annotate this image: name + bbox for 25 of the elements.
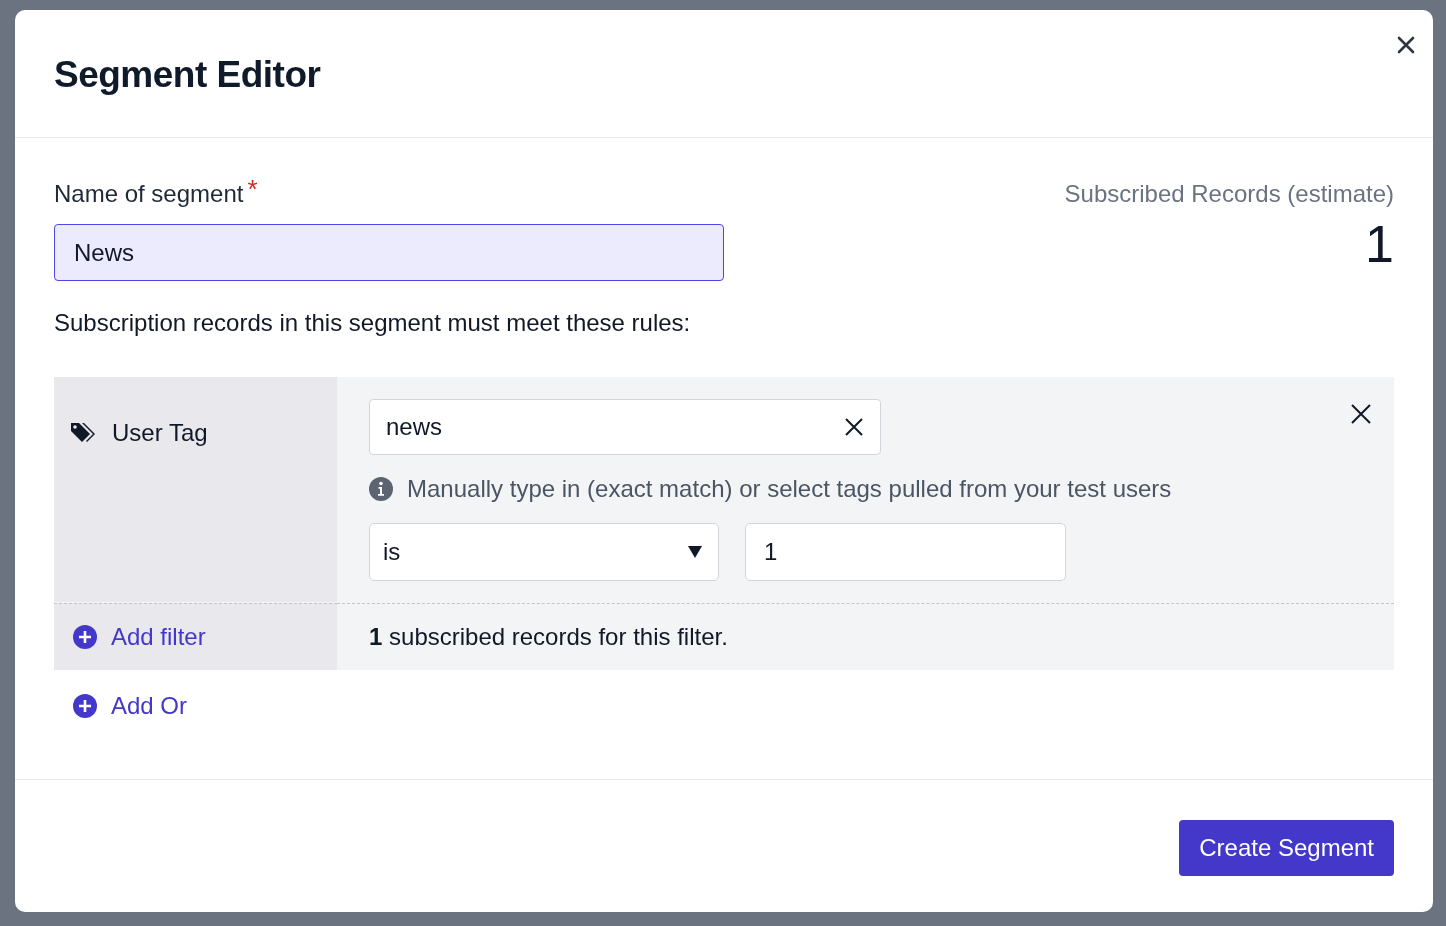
plus-circle-icon: [73, 694, 97, 718]
name-input-field[interactable]: News: [54, 224, 724, 281]
create-segment-button[interactable]: Create Segment: [1179, 820, 1394, 876]
filter-count-text: 1 subscribed records for this filter.: [369, 623, 728, 651]
hint-text: Manually type in (exact match) or select tags pulled from your test users: [407, 475, 1172, 503]
estimate-label: Subscribed Records (estimate): [1064, 180, 1394, 208]
info-icon: [369, 477, 393, 501]
add-or-link[interactable]: Add Or: [73, 692, 188, 720]
required-asterisk: *: [247, 174, 258, 205]
tag-input-field[interactable]: news: [369, 399, 881, 455]
remove-filter-button[interactable]: [1350, 403, 1372, 425]
rules-description: Subscription records in this segment must meet these rules:: [54, 309, 692, 337]
clear-icon[interactable]: [844, 417, 864, 437]
filter-type-label: User Tag: [112, 419, 208, 447]
plus-circle-icon: [73, 625, 97, 649]
close-icon: [1397, 36, 1415, 54]
add-filter-link[interactable]: Add filter: [73, 623, 206, 651]
close-icon: [1350, 403, 1372, 425]
caret-icon: [688, 546, 702, 558]
operator-dropdown[interactable]: is: [369, 523, 719, 581]
field-label: Name of segment: [54, 180, 244, 208]
tag-icon: [70, 421, 96, 445]
modal-title: Segment Editor: [54, 54, 321, 96]
estimate-count: 1: [1365, 214, 1394, 274]
value-input-field[interactable]: 1: [745, 523, 1066, 581]
